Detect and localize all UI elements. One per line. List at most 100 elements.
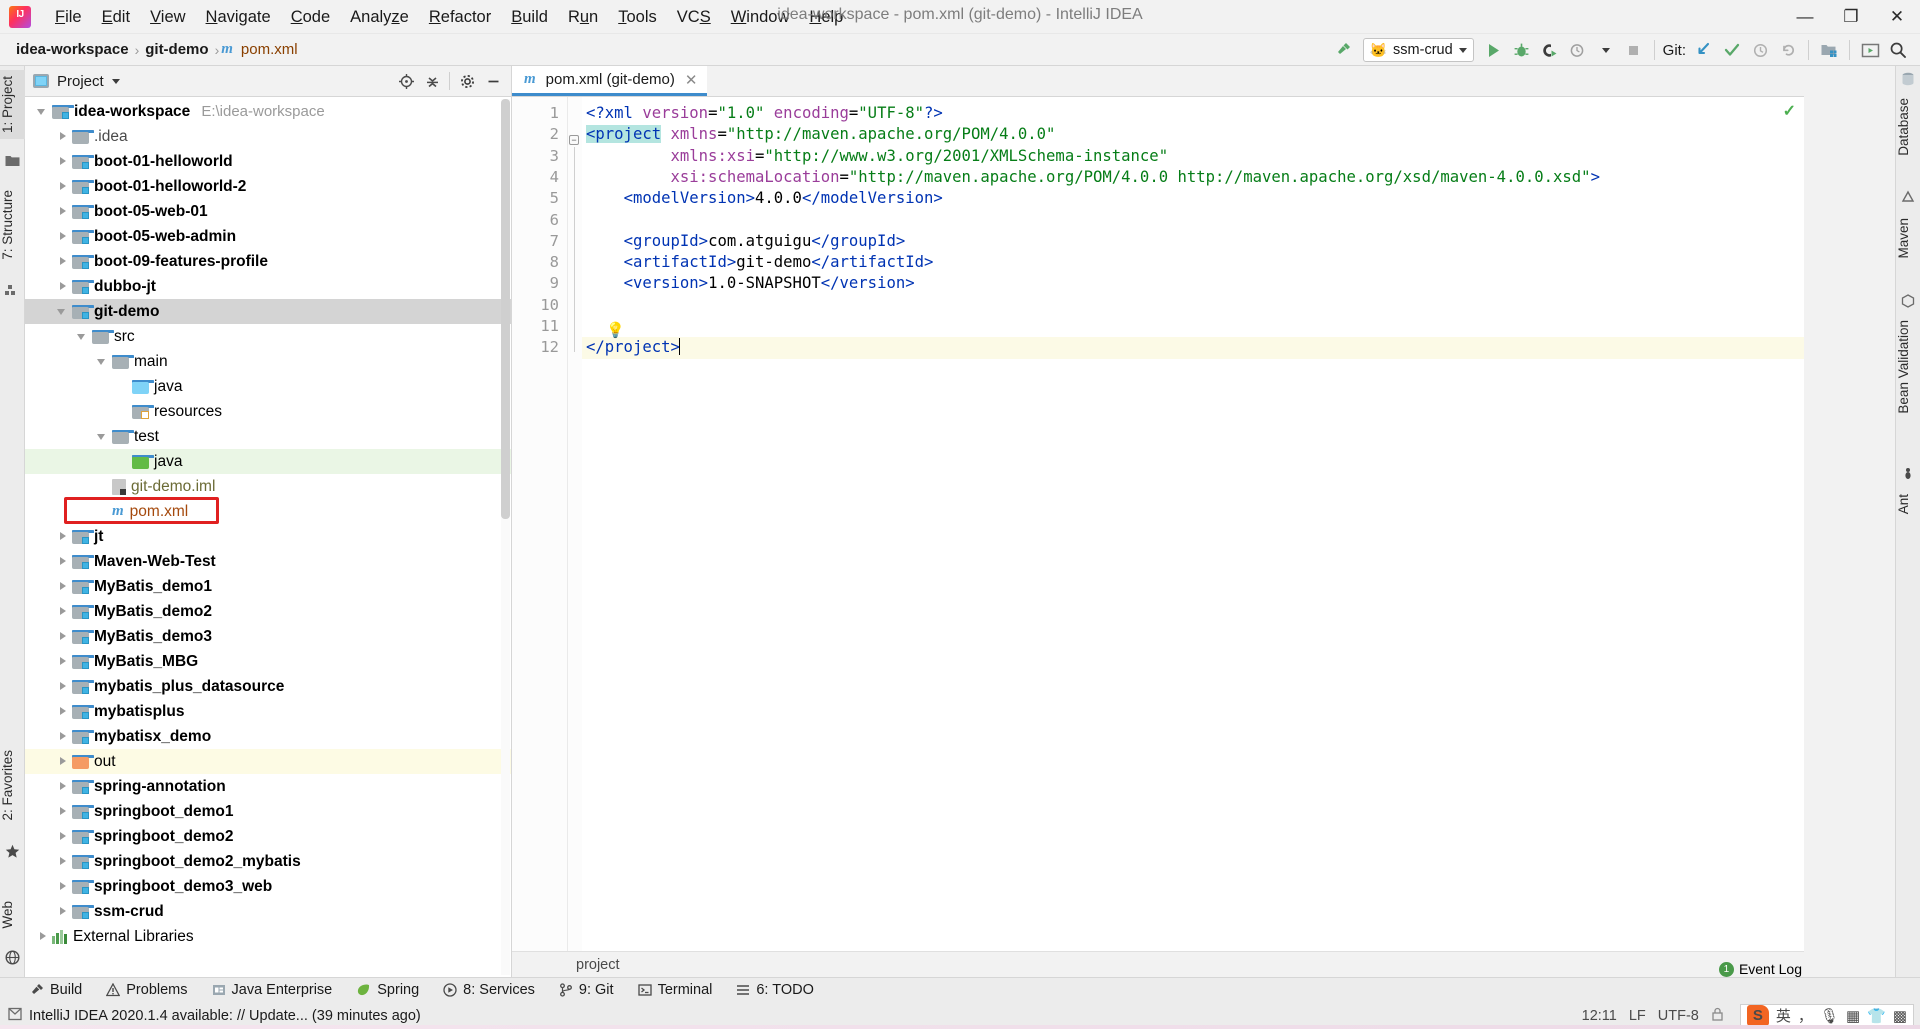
chevron-right-icon[interactable]: [57, 206, 68, 217]
bottom-tab-8--services[interactable]: 8: Services: [431, 978, 547, 1003]
chevron-right-icon[interactable]: [57, 906, 68, 917]
tree-node-boot-01-helloworld[interactable]: boot-01-helloworld: [25, 149, 511, 174]
code-content[interactable]: <?xml version="1.0" encoding="UTF-8"?> <p…: [582, 97, 1804, 951]
menu-code[interactable]: Code: [281, 4, 340, 30]
tree-node-idea-workspace[interactable]: idea-workspace E:\idea-workspace: [25, 99, 511, 124]
menu-file[interactable]: File: [45, 4, 92, 30]
menu-help[interactable]: Help: [799, 4, 853, 30]
tree-node-src[interactable]: src: [25, 324, 511, 349]
language-indicator[interactable]: 英: [1776, 1005, 1791, 1026]
menu-edit[interactable]: Edit: [92, 4, 140, 30]
chevron-down-icon[interactable]: [57, 306, 68, 317]
code-editor[interactable]: 1 2 3 4 5 6 7 8 9 10 11 12 − <?xml version="1.0" en…: [512, 97, 1804, 951]
tree-node-mybatis-demo3[interactable]: MyBatis_demo3: [25, 624, 511, 649]
tree-node-ssm-crud[interactable]: ssm-crud: [25, 899, 511, 924]
tree-node-springboot-demo1[interactable]: springboot_demo1: [25, 799, 511, 824]
settings-gear-icon[interactable]: [455, 69, 479, 93]
chevron-right-icon[interactable]: [57, 231, 68, 242]
tree-node-git-demo-iml[interactable]: git-demo.iml: [25, 474, 511, 499]
git-commit-icon[interactable]: [1718, 36, 1746, 64]
tab-pom-xml[interactable]: m pom.xml (git-demo) ✕: [512, 66, 708, 96]
status-message[interactable]: IntelliJ IDEA 2020.1.4 available: // Upd…: [29, 1008, 421, 1024]
bottom-tab-spring[interactable]: Spring: [344, 978, 431, 1003]
code-line[interactable]: <?xml version="1.0" encoding="UTF-8"?>: [582, 103, 1804, 124]
event-log-indicator[interactable]: 1 Event Log: [1718, 961, 1802, 977]
presentation-icon[interactable]: [1856, 36, 1884, 64]
chevron-right-icon[interactable]: [57, 556, 68, 567]
file-encoding[interactable]: UTF-8: [1658, 1008, 1699, 1024]
chevron-right-icon[interactable]: [57, 606, 68, 617]
tree-node-mybatisx-demo[interactable]: mybatisx_demo: [25, 724, 511, 749]
menu-tools[interactable]: Tools: [608, 4, 667, 30]
chevron-right-icon[interactable]: [57, 881, 68, 892]
tree-node-java[interactable]: java: [25, 449, 511, 474]
sidebar-item-project[interactable]: 1: Project: [0, 70, 25, 140]
chevron-right-icon[interactable]: [57, 831, 68, 842]
tree-node-boot-01-helloworld-2[interactable]: boot-01-helloworld-2: [25, 174, 511, 199]
chevron-right-icon[interactable]: [57, 581, 68, 592]
line-separator[interactable]: LF: [1629, 1008, 1646, 1024]
chevron-right-icon[interactable]: [57, 681, 68, 692]
run-icon[interactable]: [1480, 36, 1508, 64]
code-line[interactable]: [582, 295, 1804, 316]
sidebar-item-web[interactable]: Web: [0, 895, 25, 935]
tree-node-test[interactable]: test: [25, 424, 511, 449]
editor-breadcrumb[interactable]: project: [512, 951, 1804, 977]
maximize-button[interactable]: ❐: [1828, 0, 1874, 34]
tree-node--idea[interactable]: .idea: [25, 124, 511, 149]
breadcrumb-item-1[interactable]: git-demo: [141, 39, 212, 60]
debug-icon[interactable]: [1508, 36, 1536, 64]
git-update-icon[interactable]: [1690, 36, 1718, 64]
search-icon[interactable]: [1884, 36, 1912, 64]
chevron-down-icon[interactable]: [111, 78, 120, 84]
scrollbar-thumb[interactable]: [501, 99, 510, 519]
menu-build[interactable]: Build: [501, 4, 558, 30]
sidebar-item-structure[interactable]: 7: Structure: [0, 184, 25, 266]
tree-node-mybatis-mbg[interactable]: MyBatis_MBG: [25, 649, 511, 674]
tree-node-boot-05-web-01[interactable]: boot-05-web-01: [25, 199, 511, 224]
sidebar-item-ant[interactable]: Ant: [1896, 488, 1920, 520]
chevron-right-icon[interactable]: [37, 931, 48, 942]
chevron-right-icon[interactable]: [57, 731, 68, 742]
chevron-down-icon[interactable]: [37, 106, 48, 117]
tree-node-springboot-demo3-web[interactable]: springboot_demo3_web: [25, 874, 511, 899]
chevron-right-icon[interactable]: [57, 531, 68, 542]
chevron-right-icon[interactable]: [57, 756, 68, 767]
close-button[interactable]: ✕: [1874, 0, 1920, 34]
bottom-tab-java-enterprise[interactable]: Java Enterprise: [200, 978, 345, 1003]
tree-node-springboot-demo2-mybatis[interactable]: springboot_demo2_mybatis: [25, 849, 511, 874]
tree-node-mybatis-demo2[interactable]: MyBatis_demo2: [25, 599, 511, 624]
code-line[interactable]: [582, 209, 1804, 230]
bottom-tab-terminal[interactable]: Terminal: [626, 978, 725, 1003]
run-configuration-selector[interactable]: 🐱 ssm-crud: [1362, 38, 1474, 62]
code-line[interactable]: <project xmlns="http://maven.apache.org/…: [582, 124, 1804, 145]
tree-node-boot-05-web-admin[interactable]: boot-05-web-admin: [25, 224, 511, 249]
skin-icon[interactable]: 👕: [1867, 1007, 1886, 1025]
intention-bulb-icon[interactable]: 💡: [606, 323, 625, 339]
chevron-right-icon[interactable]: [57, 656, 68, 667]
code-line[interactable]: xmlns:xsi="http://www.w3.org/2001/XMLSch…: [582, 146, 1804, 167]
bottom-tab-problems[interactable]: Problems: [94, 978, 199, 1003]
caret-position[interactable]: 12:11: [1582, 1008, 1617, 1024]
project-tree[interactable]: idea-workspace E:\idea-workspace .idea boot…: [25, 97, 511, 977]
menu-view[interactable]: View: [140, 4, 195, 30]
sidebar-item-maven[interactable]: Maven: [1896, 212, 1920, 265]
inspection-status-icon[interactable]: ✓: [1783, 101, 1796, 121]
chevron-down-icon[interactable]: [77, 331, 88, 342]
run-with-coverage-icon[interactable]: [1536, 36, 1564, 64]
menu-window[interactable]: Window: [721, 4, 800, 30]
git-rollback-icon[interactable]: [1774, 36, 1802, 64]
chevron-down-icon[interactable]: [97, 356, 108, 367]
close-icon[interactable]: ✕: [685, 71, 698, 89]
code-line[interactable]: </project>: [582, 337, 1804, 359]
fold-column[interactable]: −: [568, 97, 582, 951]
sidebar-item-bean-validation[interactable]: Bean Validation: [1896, 314, 1920, 420]
bottom-tab-9--git[interactable]: 9: Git: [547, 978, 626, 1003]
tree-node-mybatis-demo1[interactable]: MyBatis_demo1: [25, 574, 511, 599]
menu-vcs[interactable]: VCS: [667, 4, 721, 30]
editor-gutter[interactable]: 1 2 3 4 5 6 7 8 9 10 11 12: [512, 97, 568, 951]
code-line[interactable]: <artifactId>git-demo</artifactId>: [582, 252, 1804, 273]
tree-node-maven-web-test[interactable]: Maven-Web-Test: [25, 549, 511, 574]
chevron-right-icon[interactable]: [57, 806, 68, 817]
mic-icon[interactable]: 🎙: [1820, 1007, 1839, 1025]
